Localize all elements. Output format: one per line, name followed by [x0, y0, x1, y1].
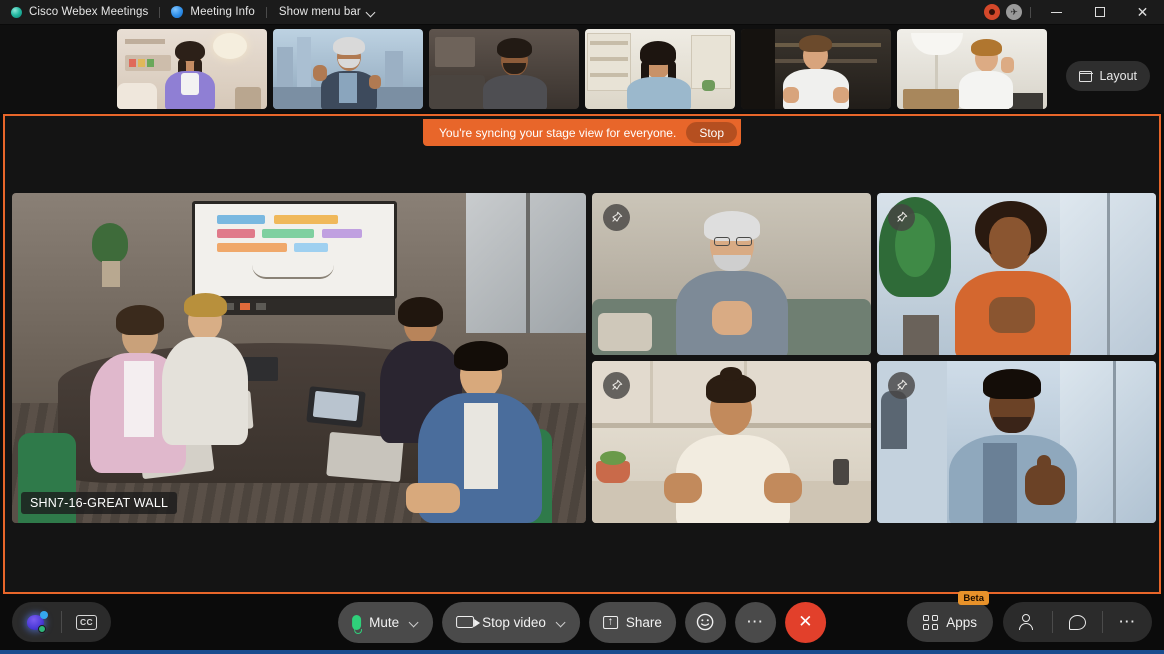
- camera-icon: [456, 616, 481, 628]
- participant-filmstrip[interactable]: Layout: [0, 25, 1164, 113]
- closed-captions-button[interactable]: CC: [62, 602, 111, 642]
- chevron-down-icon: [367, 8, 376, 17]
- divider: [1030, 6, 1031, 18]
- stage-sync-banner: You're syncing your stage view for every…: [423, 119, 741, 146]
- app-title: Cisco Webex Meetings: [29, 6, 149, 18]
- app-identity: Cisco Webex Meetings: [0, 0, 159, 24]
- stop-video-button-label: Stop video: [482, 614, 546, 630]
- panels-group: ⋯: [1003, 602, 1152, 642]
- taskbar-accent-line: [0, 650, 1164, 654]
- participant-thumb-3[interactable]: [429, 29, 579, 109]
- video-grid: SHN7-16-GREAT WALL: [12, 193, 1156, 523]
- video-tile-bottom-left[interactable]: [592, 361, 871, 523]
- apps-grid-icon: [923, 614, 939, 630]
- emoji-reaction-icon: [697, 613, 714, 631]
- participant-thumb-2[interactable]: [273, 29, 423, 109]
- recording-indicator-icon[interactable]: [984, 4, 1000, 20]
- more-panels-button[interactable]: ⋯: [1103, 602, 1152, 642]
- pin-icon[interactable]: [603, 204, 630, 231]
- pin-icon[interactable]: [603, 372, 630, 399]
- meeting-info-button[interactable]: Meeting Info: [160, 0, 266, 24]
- synced-stage-area: You're syncing your stage view for every…: [3, 114, 1161, 594]
- connection-status-icon[interactable]: ✈: [1006, 4, 1022, 20]
- close-icon[interactable]: ✕: [1121, 0, 1164, 25]
- control-bar-center-group: Mute Stop video Share ⋯ ✕: [338, 601, 826, 643]
- side-video-column: [592, 193, 1156, 523]
- microphone-icon: [352, 614, 362, 634]
- main-tile-name-label: SHN7-16-GREAT WALL: [21, 492, 178, 514]
- share-button-label: Share: [625, 614, 662, 630]
- control-bar-left-group: CC: [12, 602, 111, 642]
- minimize-icon[interactable]: [1035, 0, 1078, 25]
- apps-button[interactable]: Beta Apps: [907, 591, 993, 642]
- shield-info-icon: [171, 6, 184, 18]
- stop-sync-button[interactable]: Stop: [686, 122, 737, 143]
- reactions-button[interactable]: [684, 601, 726, 643]
- side-video-row-top: [592, 193, 1156, 355]
- maximize-icon[interactable]: [1078, 0, 1121, 25]
- webex-assistant-button[interactable]: [12, 602, 61, 642]
- closed-captions-icon: CC: [76, 614, 97, 630]
- pin-icon[interactable]: [888, 204, 915, 231]
- chevron-down-icon[interactable]: [410, 618, 419, 627]
- end-call-button[interactable]: ✕: [784, 601, 826, 643]
- side-video-row-bottom: [592, 361, 1156, 523]
- pin-icon[interactable]: [888, 372, 915, 399]
- sync-banner-message: You're syncing your stage view for every…: [439, 125, 677, 140]
- chat-button[interactable]: [1053, 602, 1102, 642]
- webex-assistant-icon: [24, 611, 49, 633]
- main-video-tile[interactable]: SHN7-16-GREAT WALL: [12, 193, 586, 523]
- more-options-icon: ⋯: [1118, 611, 1137, 631]
- participant-thumb-6[interactable]: [897, 29, 1047, 109]
- apps-button-label: Apps: [946, 614, 977, 630]
- mute-button-label: Mute: [369, 614, 400, 630]
- title-bar: Cisco Webex Meetings Meeting Info Show m…: [0, 0, 1164, 25]
- video-tile-top-right[interactable]: [877, 193, 1156, 355]
- layout-button-label: Layout: [1099, 69, 1137, 83]
- video-tile-bottom-right[interactable]: [877, 361, 1156, 523]
- webex-dot-icon: [11, 6, 22, 18]
- participant-thumb-4[interactable]: [585, 29, 735, 109]
- share-button[interactable]: Share: [588, 601, 676, 643]
- meeting-control-bar: CC Mute Stop video Share ⋯: [0, 591, 1164, 650]
- layout-grid-icon: [1079, 70, 1093, 82]
- control-bar-right-group: Beta Apps ⋯: [907, 591, 1152, 642]
- share-screen-icon: [602, 615, 618, 629]
- show-menu-bar-label: Show menu bar: [278, 6, 361, 18]
- mute-button[interactable]: Mute: [338, 601, 434, 643]
- chat-bubble-icon: [1069, 614, 1086, 630]
- video-tile-top-left[interactable]: [592, 193, 871, 355]
- more-options-icon: ⋯: [746, 611, 765, 631]
- layout-button[interactable]: Layout: [1066, 61, 1150, 91]
- more-options-button[interactable]: ⋯: [734, 601, 776, 643]
- end-call-icon: ✕: [798, 612, 813, 631]
- chevron-down-icon[interactable]: [557, 618, 566, 627]
- assistant-captions-group: CC: [12, 602, 111, 642]
- show-menu-bar-button[interactable]: Show menu bar: [267, 6, 388, 18]
- stop-video-button[interactable]: Stop video: [442, 601, 580, 643]
- participant-thumb-5[interactable]: [741, 29, 891, 109]
- participants-button[interactable]: [1003, 602, 1052, 642]
- participant-thumb-1[interactable]: [117, 29, 267, 109]
- participants-icon: [1019, 614, 1036, 630]
- meeting-info-label: Meeting Info: [190, 6, 255, 18]
- beta-badge: Beta: [958, 591, 989, 605]
- window-controls-group: ✈ ✕: [984, 0, 1164, 24]
